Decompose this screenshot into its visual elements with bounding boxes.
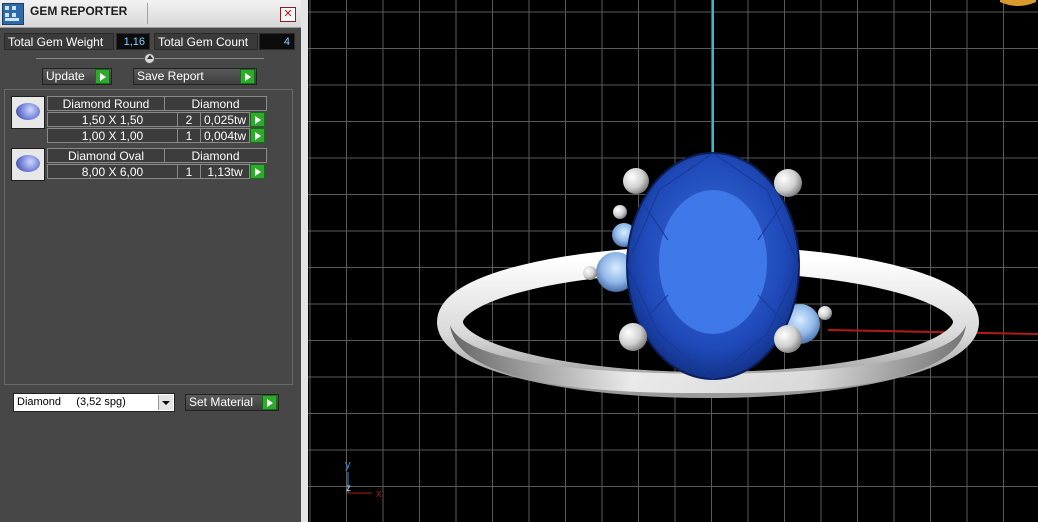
3d-viewport[interactable]: y z x	[308, 0, 1038, 522]
slider-knob[interactable]	[144, 53, 155, 64]
axis-z-label: z	[346, 483, 351, 494]
save-report-button[interactable]: Save Report	[133, 68, 257, 85]
gem-material-cell[interactable]: Diamond	[164, 148, 267, 163]
gem-material-cell[interactable]: Diamond	[164, 96, 267, 111]
round-gem-thumbnail[interactable]	[11, 96, 45, 129]
gem-qty-cell[interactable]: 1	[177, 164, 201, 179]
x-axis-line	[827, 329, 1038, 335]
panel-splitter[interactable]	[301, 0, 308, 522]
row-go-icon[interactable]	[250, 128, 265, 143]
material-select-value: Diamond (3,52 spg)	[17, 396, 126, 408]
bead[interactable]	[818, 306, 832, 320]
viewcube-icon[interactable]	[1000, 0, 1036, 6]
gem-size-cell[interactable]: 1,50 X 1,50	[47, 112, 178, 127]
bead[interactable]	[583, 266, 597, 280]
gem-qty-cell[interactable]: 1	[177, 128, 201, 143]
total-gem-count-label: Total Gem Count	[154, 33, 258, 50]
gem-shape-cell[interactable]: Diamond Oval	[47, 148, 165, 163]
total-gem-weight-value: 1,16	[116, 33, 150, 50]
title-bar: GEM REPORTER ✕	[0, 0, 301, 28]
gem-list: Diamond Round Diamond 1,50 X 1,50 2 0,02…	[4, 89, 293, 385]
update-go-icon[interactable]	[95, 69, 110, 84]
gem-weight-cell[interactable]: 0,004tw	[200, 128, 250, 143]
axis-y-label: y	[345, 459, 351, 471]
chevron-down-icon[interactable]	[158, 395, 173, 410]
center-oval-stone[interactable]	[626, 152, 800, 380]
window-title: GEM REPORTER	[30, 4, 128, 18]
gem-reporter-app-icon	[2, 3, 24, 25]
save-report-go-icon[interactable]	[240, 69, 255, 84]
gem-size-cell[interactable]: 8,00 X 6,00	[47, 164, 178, 179]
gem-reporter-panel: GEM REPORTER ✕ Total Gem Weight 1,16 Tot…	[0, 0, 301, 522]
gem-weight-cell[interactable]: 1,13tw	[200, 164, 250, 179]
set-material-button-label: Set Material	[189, 395, 254, 409]
row-go-icon[interactable]	[250, 112, 265, 127]
gem-qty-cell[interactable]: 2	[177, 112, 201, 127]
gem-shape-cell[interactable]: Diamond Round	[47, 96, 165, 111]
gem-size-cell[interactable]: 1,00 X 1,00	[47, 128, 178, 143]
material-select[interactable]: Diamond (3,52 spg)	[13, 393, 175, 412]
prong[interactable]	[619, 323, 647, 351]
title-separator	[147, 3, 148, 24]
prong[interactable]	[774, 169, 802, 197]
set-material-button[interactable]: Set Material	[185, 394, 279, 411]
row-go-icon[interactable]	[250, 164, 265, 179]
update-button[interactable]: Update	[42, 68, 112, 85]
bead[interactable]	[613, 205, 627, 219]
prong[interactable]	[774, 325, 802, 353]
viewport-canvas[interactable]: y z x	[308, 0, 1038, 522]
axis-triad-icon: y z x	[345, 459, 382, 500]
oval-gem-thumbnail[interactable]	[11, 148, 45, 181]
total-gem-weight-label: Total Gem Weight	[4, 33, 114, 50]
save-report-button-label: Save Report	[137, 69, 204, 83]
set-material-go-icon[interactable]	[262, 395, 277, 410]
update-button-label: Update	[46, 69, 85, 83]
gem-weight-cell[interactable]: 0,025tw	[200, 112, 250, 127]
close-button[interactable]: ✕	[280, 7, 296, 22]
prong[interactable]	[623, 168, 649, 194]
axis-x-label: x	[376, 488, 382, 500]
total-gem-count-value: 4	[259, 33, 295, 50]
